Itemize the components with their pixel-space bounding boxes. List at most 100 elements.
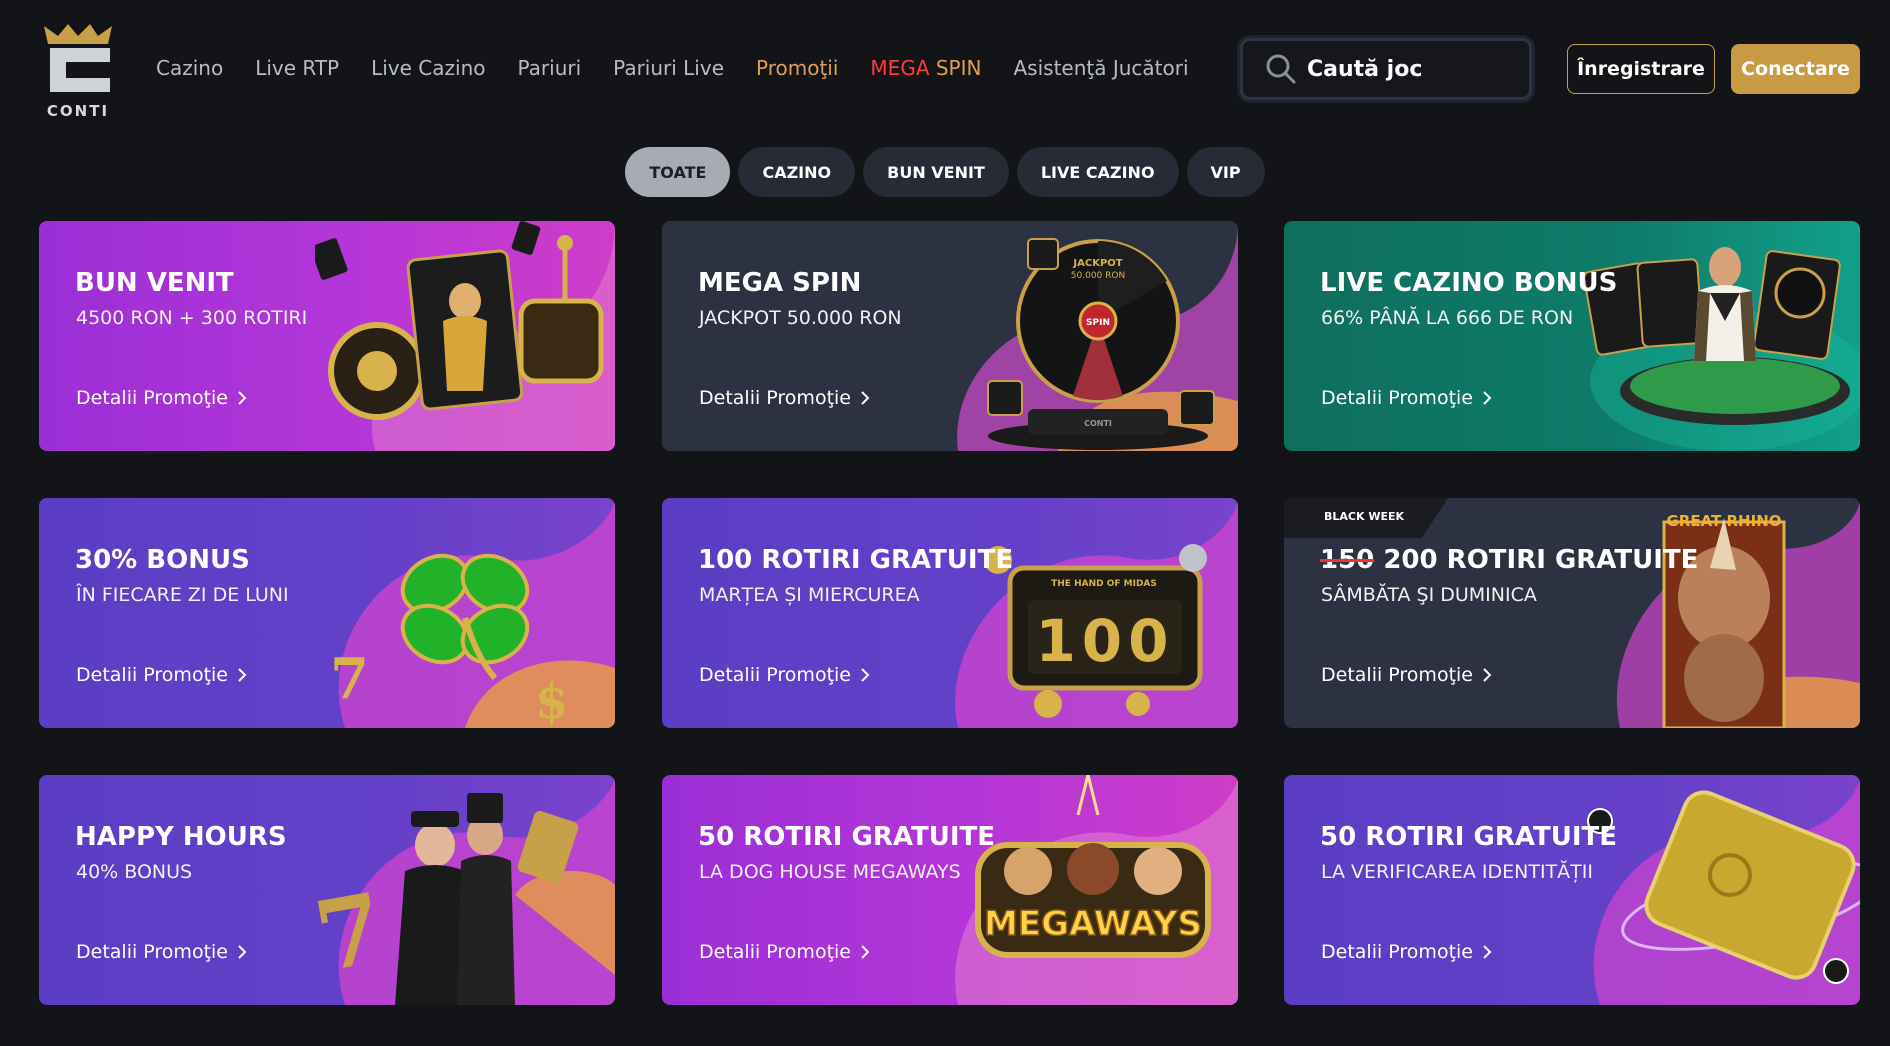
nav-promotii[interactable]: Promoţii	[756, 56, 838, 80]
card-subtitle: 40% BONUS	[76, 861, 193, 883]
details-label: Detalii Promoţie	[76, 387, 228, 409]
card-subtitle: 66% PÂNĂ LA 666 DE RON	[1321, 307, 1574, 329]
search-input[interactable]	[1307, 56, 1527, 82]
card-title: 50 ROTIRI GRATUITE	[698, 822, 995, 852]
rhino-icon: GREAT RHINO	[1616, 498, 1860, 728]
promo-card-live-cazino-bonus[interactable]: LIVE CAZINO BONUS 66% PÂNĂ LA 666 DE RON…	[1284, 221, 1860, 451]
four-leaf-clover-icon: 7 $	[330, 498, 615, 728]
promo-card-100-rotiri[interactable]: THE HAND OF MIDAS 100 100 ROTIRI GRATUIT…	[662, 498, 1238, 728]
slot-reels-100-icon: THE HAND OF MIDAS 100	[955, 498, 1238, 728]
card-subtitle: ÎN FIECARE ZI DE LUNI	[76, 584, 289, 606]
card-subtitle: SÂMBĂTA ŞI DUMINICA	[1321, 584, 1537, 606]
chevron-right-icon	[861, 391, 870, 405]
search-icon	[1266, 54, 1296, 84]
conti-logo[interactable]: CONTI	[40, 22, 116, 122]
promo-card-happy-hours[interactable]: 7 HAPPY HOURS 40% BONUS Detalii Promoţie	[39, 775, 615, 1005]
details-label: Detalii Promoţie	[76, 941, 228, 963]
nav-asistenta[interactable]: Asistenţă Jucători	[1013, 56, 1188, 80]
promo-card-dog-house[interactable]: MEGAWAYS 50 ROTIRI GRATUITE LA DOG HOUSE…	[662, 775, 1238, 1005]
chevron-right-icon	[238, 945, 247, 959]
chevron-right-icon	[238, 391, 247, 405]
nav-spin-label: SPIN	[935, 56, 982, 80]
promo-card-mega-spin[interactable]: SPIN JACKPOT 50.000 RON CONTI MEGA SPIN …	[662, 221, 1238, 451]
promo-filter-bar: TOATE CAZINO BUN VENIT LIVE CAZINO VIP	[0, 147, 1890, 197]
steampunk-couple-icon: 7	[315, 775, 615, 1005]
nav-mega-label: MEGA	[870, 56, 930, 80]
details-label: Detalii Promoţie	[699, 387, 851, 409]
card-details-link[interactable]: Detalii Promoţie	[76, 941, 248, 963]
search-box[interactable]	[1240, 38, 1532, 100]
card-title: 100 ROTIRI GRATUITE	[698, 545, 1014, 575]
login-button[interactable]: Conectare	[1731, 44, 1860, 94]
wheel-brand-text: CONTI	[1084, 419, 1112, 428]
promo-card-verificare[interactable]: 50 ROTIRI GRATUITE LA VERIFICAREA IDENTI…	[1284, 775, 1860, 1005]
filter-bun-venit[interactable]: BUN VENIT	[863, 147, 1009, 197]
card-title: BUN VENIT	[75, 268, 234, 298]
card-details-link[interactable]: Detalii Promoţie	[699, 387, 871, 409]
filter-vip[interactable]: VIP	[1186, 147, 1265, 197]
nav-mega-spin[interactable]: MEGA SPIN	[870, 56, 981, 80]
nav-pariuri-live[interactable]: Pariuri Live	[613, 56, 724, 80]
card-title: 50 ROTIRI GRATUITE	[1320, 822, 1617, 852]
chevron-right-icon	[238, 668, 247, 682]
logo-wordmark: CONTI	[46, 102, 110, 120]
card-details-link[interactable]: Detalii Promoţie	[76, 664, 248, 686]
chevron-right-icon	[1483, 391, 1492, 405]
nav-live-rtp[interactable]: Live RTP	[255, 56, 339, 80]
main-nav: Cazino Live RTP Live Cazino Pariuri Pari…	[156, 56, 1221, 80]
crown-c-logo-icon	[44, 24, 112, 92]
card-title: LIVE CAZINO BONUS	[1320, 268, 1618, 298]
card-details-link[interactable]: Detalii Promoţie	[1321, 387, 1493, 409]
card-title-new: 200 ROTIRI GRATUITE	[1383, 545, 1699, 575]
details-label: Detalii Promoţie	[1321, 664, 1473, 686]
details-label: Detalii Promoţie	[699, 941, 851, 963]
chevron-right-icon	[861, 668, 870, 682]
prize-wheel-icon: SPIN JACKPOT 50.000 RON CONTI	[957, 221, 1238, 451]
nav-pariuri[interactable]: Pariuri	[518, 56, 582, 80]
card-details-link[interactable]: Detalii Promoţie	[1321, 664, 1493, 686]
gold-id-card-icon	[1587, 775, 1860, 1005]
details-label: Detalii Promoţie	[1321, 387, 1473, 409]
wheel-amount-text: 50.000 RON	[1071, 271, 1125, 281]
struck-old-value: 150	[1320, 545, 1375, 575]
card-subtitle: LA VERIFICAREA IDENTITĂȚII	[1321, 861, 1593, 883]
card-title: MEGA SPIN	[698, 268, 862, 298]
chevron-right-icon	[1483, 945, 1492, 959]
wheel-spin-text: SPIN	[1086, 318, 1110, 328]
midas-logo-text: THE HAND OF MIDAS	[1051, 579, 1157, 589]
card-title: 30% BONUS	[75, 545, 250, 575]
filter-live-cazino[interactable]: LIVE CAZINO	[1016, 147, 1179, 197]
chevron-right-icon	[861, 945, 870, 959]
details-label: Detalii Promoţie	[699, 664, 851, 686]
card-details-link[interactable]: Detalii Promoţie	[699, 941, 871, 963]
register-button[interactable]: Înregistrare	[1567, 44, 1715, 94]
promo-card-30-bonus[interactable]: 7 $ 30% BONUS ÎN FIECARE ZI DE LUNI Deta…	[39, 498, 615, 728]
svg-text:$: $	[535, 674, 568, 728]
details-label: Detalii Promoţie	[1321, 941, 1473, 963]
card-title: HAPPY HOURS	[75, 822, 287, 852]
card-subtitle: LA DOG HOUSE MEGAWAYS	[699, 861, 961, 883]
card-details-link[interactable]: Detalii Promoţie	[76, 387, 248, 409]
top-header: CONTI Cazino Live RTP Live Cazino Pariur…	[0, 0, 1890, 130]
promo-card-bun-venit[interactable]: BUN VENIT 4500 RON + 300 ROTIRI Detalii …	[39, 221, 615, 451]
promo-card-black-week[interactable]: BLACK WEEK GREAT RHINO 150 200 ROTIRI GR…	[1284, 498, 1860, 728]
nav-live-cazino[interactable]: Live Cazino	[371, 56, 485, 80]
filter-toate[interactable]: TOATE	[625, 147, 731, 197]
filter-cazino[interactable]: CAZINO	[738, 147, 856, 197]
nav-cazino[interactable]: Cazino	[156, 56, 223, 80]
wheel-jackpot-text: JACKPOT	[1072, 258, 1122, 269]
slot-machine-card-icon	[315, 221, 615, 451]
card-details-link[interactable]: Detalii Promoţie	[699, 664, 871, 686]
card-details-link[interactable]: Detalii Promoţie	[1321, 941, 1493, 963]
details-label: Detalii Promoţie	[76, 664, 228, 686]
black-week-badge: BLACK WEEK	[1284, 498, 1449, 538]
chevron-right-icon	[1483, 668, 1492, 682]
card-subtitle: MARȚEA ȘI MIERCUREA	[699, 584, 920, 606]
dog-house-reel-icon: MEGAWAYS	[955, 775, 1238, 1005]
megaways-text: MEGAWAYS	[984, 904, 1202, 944]
reels-100-text: 100	[1035, 607, 1174, 675]
card-subtitle: 4500 RON + 300 ROTIRI	[76, 307, 308, 329]
card-subtitle: JACKPOT 50.000 RON	[699, 307, 902, 329]
card-title: 150 200 ROTIRI GRATUITE	[1320, 545, 1698, 575]
svg-text:7: 7	[330, 646, 369, 712]
